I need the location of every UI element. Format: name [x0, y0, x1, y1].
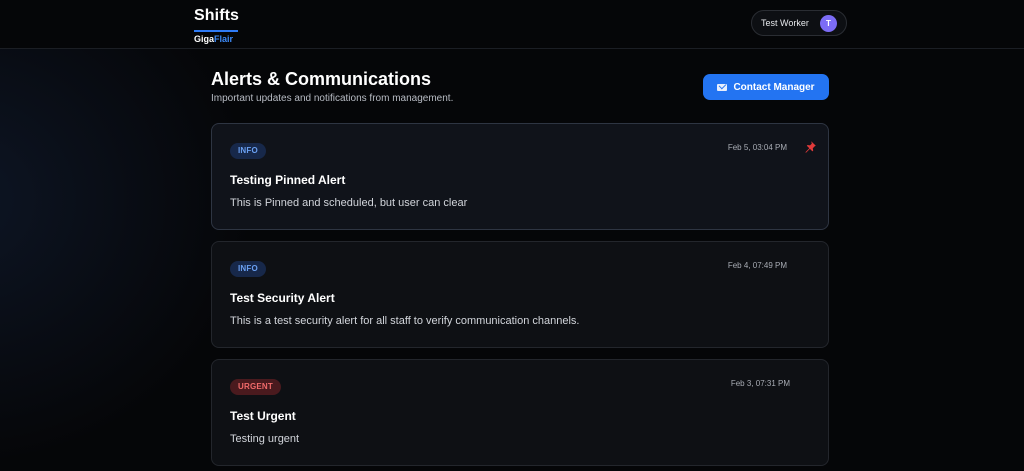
alert-timestamp: Feb 5, 03:04 PM	[727, 143, 787, 152]
mail-icon	[717, 83, 728, 91]
contact-manager-label: Contact Manager	[733, 81, 815, 93]
avatar: T	[820, 15, 837, 32]
alert-card-pinned[interactable]: INFO Feb 5, 03:04 PM Testing Pinned Aler…	[211, 123, 829, 230]
alert-title: Testing Pinned Alert	[230, 173, 346, 187]
alert-body: This is a test security alert for all st…	[230, 315, 580, 327]
brand-sub-main: Giga	[194, 34, 215, 44]
alert-level-badge: URGENT	[230, 379, 281, 395]
user-name: Test Worker	[761, 18, 809, 28]
alert-card[interactable]: URGENT Feb 3, 07:31 PM Test Urgent Testi…	[211, 359, 829, 466]
alert-title: Test Urgent	[230, 409, 296, 423]
alert-level-badge: INFO	[230, 143, 266, 159]
alert-level-badge: INFO	[230, 261, 266, 277]
pin-icon[interactable]	[803, 140, 817, 154]
alert-timestamp: Feb 4, 07:49 PM	[727, 261, 787, 270]
page-subtitle: Important updates and notifications from…	[211, 93, 454, 104]
alert-body: This is Pinned and scheduled, but user c…	[230, 197, 468, 209]
brand-sub-accent: Flair	[214, 34, 234, 44]
brand-title: Shifts	[194, 7, 240, 24]
alert-timestamp: Feb 3, 07:31 PM	[730, 379, 790, 388]
contact-manager-button[interactable]: Contact Manager	[703, 74, 829, 100]
alert-body: Testing urgent	[230, 433, 300, 445]
brand-subtitle: GigaFlair	[194, 30, 238, 44]
alert-card[interactable]: INFO Feb 4, 07:49 PM Test Security Alert…	[211, 241, 829, 348]
top-bar: Shifts GigaFlair Test Worker T	[0, 0, 1024, 49]
user-menu-button[interactable]: Test Worker T	[751, 10, 847, 36]
brand-logo[interactable]: Shifts GigaFlair	[194, 7, 239, 44]
page-title: Alerts & Communications	[211, 69, 432, 89]
alert-title: Test Security Alert	[230, 291, 335, 305]
